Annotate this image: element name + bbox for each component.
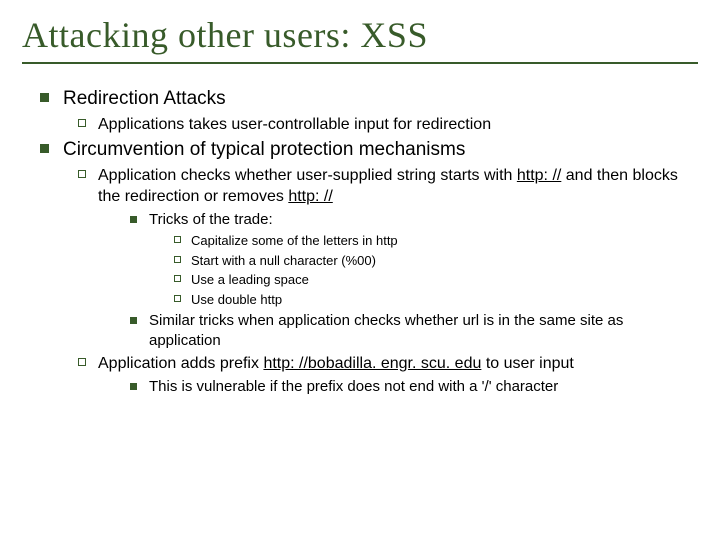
bullet-text: Use double http [191,291,698,309]
slide-title: Attacking other users: XSS [22,14,698,56]
bullet-level2: Application adds prefix http: //bobadill… [78,353,698,375]
slide: Attacking other users: XSS Redirection A… [0,0,720,540]
link-http[interactable]: http: // [517,167,561,184]
open-square-bullet-icon [174,275,181,282]
bullet-level4: Use double http [174,291,698,309]
text-fragment: to user input [481,355,574,372]
bullet-text: Circumvention of typical protection mech… [63,137,698,163]
open-square-bullet-icon [78,170,86,178]
square-bullet-icon [130,216,137,223]
square-bullet-icon [40,93,49,102]
bullet-text: Application checks whether user-supplied… [98,165,698,208]
bullet-level3: Similar tricks when application checks w… [130,311,698,352]
bullet-level4: Use a leading space [174,271,698,289]
bullet-level2: Applications takes user-controllable inp… [78,114,698,136]
slide-body: Redirection Attacks Applications takes u… [22,86,698,397]
bullet-level3: Tricks of the trade: [130,210,698,230]
bullet-text: Redirection Attacks [63,86,698,112]
bullet-level1: Redirection Attacks [40,86,698,112]
bullet-text: Similar tricks when application checks w… [149,311,698,352]
bullet-text: Application adds prefix http: //bobadill… [98,353,698,375]
bullet-level2: Application checks whether user-supplied… [78,165,698,208]
bullet-text: Tricks of the trade: [149,210,698,230]
bullet-text: Capitalize some of the letters in http [191,232,698,250]
link-bobadilla[interactable]: http: //bobadilla. engr. scu. edu [263,355,481,372]
bullet-level4: Start with a null character (%00) [174,252,698,270]
bullet-text: This is vulnerable if the prefix does no… [149,377,698,397]
bullet-level4: Capitalize some of the letters in http [174,232,698,250]
title-rule [22,62,698,64]
bullet-text: Start with a null character (%00) [191,252,698,270]
open-square-bullet-icon [174,295,181,302]
text-fragment: Application adds prefix [98,355,263,372]
bullet-level1: Circumvention of typical protection mech… [40,137,698,163]
open-square-bullet-icon [78,119,86,127]
bullet-text: Applications takes user-controllable inp… [98,114,698,136]
bullet-text: Use a leading space [191,271,698,289]
open-square-bullet-icon [174,236,181,243]
link-http[interactable]: http: // [288,188,332,205]
open-square-bullet-icon [174,256,181,263]
square-bullet-icon [40,144,49,153]
bullet-level3: This is vulnerable if the prefix does no… [130,377,698,397]
square-bullet-icon [130,317,137,324]
text-fragment: Application checks whether user-supplied… [98,167,517,184]
square-bullet-icon [130,383,137,390]
open-square-bullet-icon [78,358,86,366]
